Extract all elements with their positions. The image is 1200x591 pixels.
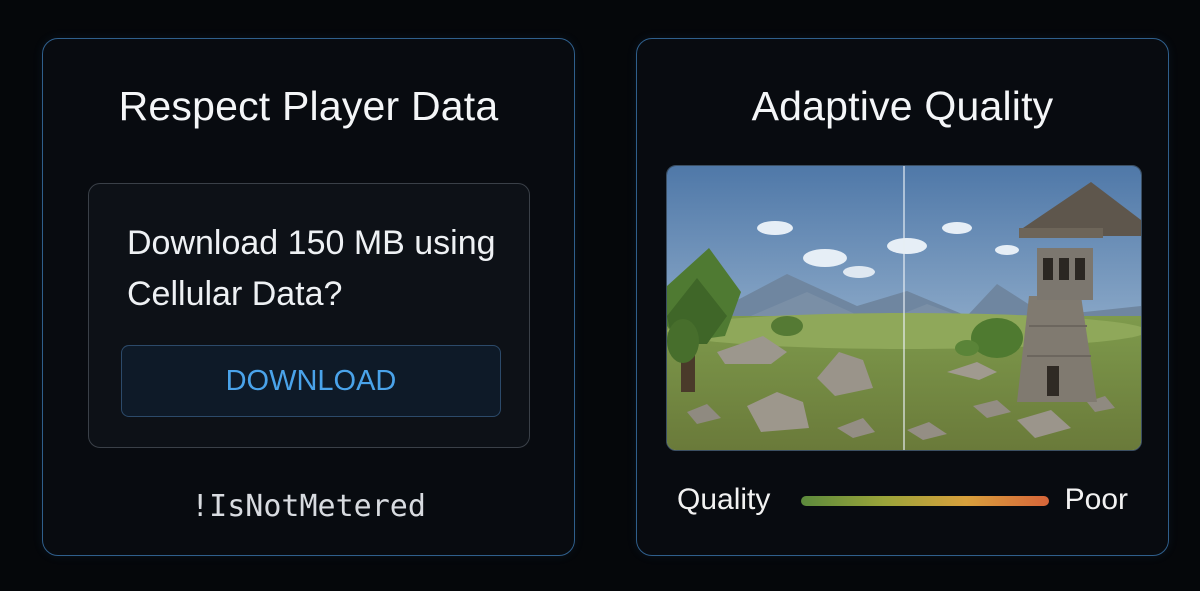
adaptive-quality-card: Adaptive Quality Quality Poor xyxy=(636,38,1169,556)
poor-label: Poor xyxy=(1064,483,1128,516)
cloud-shape xyxy=(843,266,875,278)
code-condition-label: !IsNotMetered xyxy=(191,489,426,524)
cloud-shape xyxy=(995,245,1019,255)
cellular-download-dialog: Download 150 MB using Cellular Data? DOW… xyxy=(88,183,530,448)
cloud-shape xyxy=(942,222,972,234)
card-title: Adaptive Quality xyxy=(751,83,1054,129)
dialog-message: Download 150 MB using Cellular Data? xyxy=(127,224,496,313)
respect-player-data-card: Respect Player Data Download 150 MB usin… xyxy=(42,38,575,556)
cloud-shape xyxy=(803,249,847,267)
card-title: Respect Player Data xyxy=(118,83,499,129)
quality-gradient-bar xyxy=(801,496,1049,506)
quality-label: Quality xyxy=(677,483,771,516)
cloud-shape xyxy=(887,238,927,254)
download-button[interactable]: DOWNLOAD xyxy=(121,345,501,417)
cloud-shape xyxy=(757,221,793,235)
quality-scale: Quality Poor xyxy=(677,483,1128,523)
quality-comparison-scene-image xyxy=(666,165,1142,451)
